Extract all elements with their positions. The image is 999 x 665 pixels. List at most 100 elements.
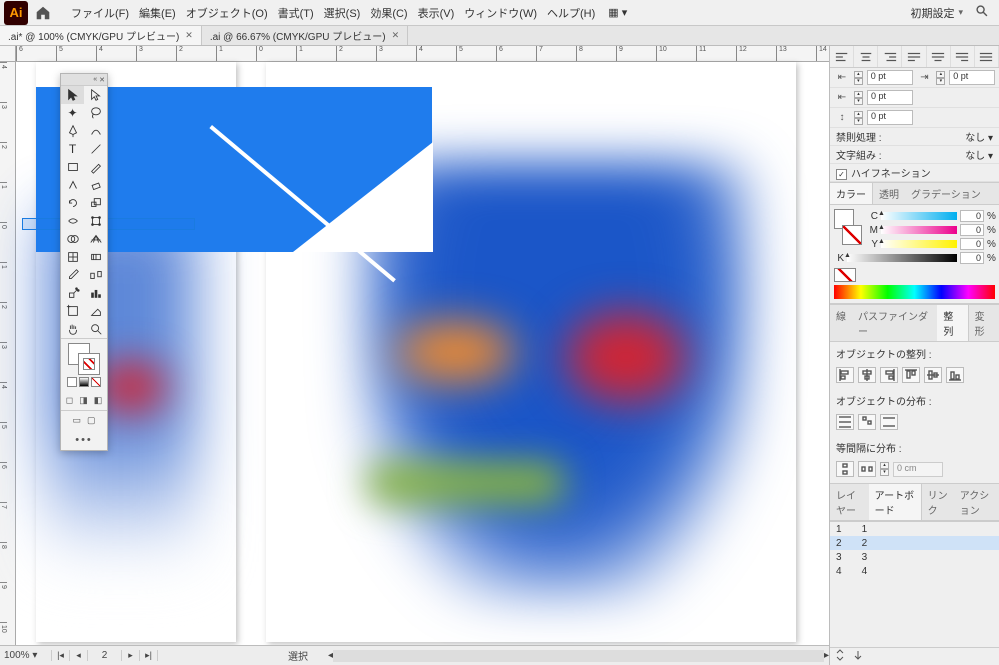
symbol-sprayer-tool[interactable] — [61, 284, 84, 302]
canvas-area[interactable]: 65432101234567891011121314151617181920 4… — [0, 46, 829, 665]
close-icon[interactable]: ✕ — [185, 30, 193, 41]
dist-top-btn[interactable] — [836, 414, 854, 430]
hand-tool[interactable] — [61, 320, 84, 338]
shaper-tool[interactable] — [61, 176, 84, 194]
search-icon[interactable] — [969, 4, 995, 21]
cyan-field[interactable]: 0 — [960, 210, 984, 222]
column-graph-tool[interactable] — [84, 284, 107, 302]
tab-gradient[interactable]: グラデーション — [905, 183, 987, 204]
tab-artboards[interactable]: アートボード — [869, 484, 922, 520]
arrange-docs-icon[interactable]: ▦ ▾ — [600, 6, 635, 19]
yellow-field[interactable]: 0 — [960, 238, 984, 250]
rectangle-tool[interactable] — [61, 158, 84, 176]
free-transform-tool[interactable] — [84, 212, 107, 230]
align-left-icon[interactable] — [830, 46, 854, 67]
tab-align[interactable]: 整列 — [937, 305, 968, 341]
align-right-icon[interactable] — [878, 46, 902, 67]
tab-transform[interactable]: 変形 — [969, 305, 999, 341]
scale-tool[interactable] — [84, 194, 107, 212]
magenta-field[interactable]: 0 — [960, 224, 984, 236]
artboard-tool[interactable] — [61, 302, 84, 320]
fill-stroke-swatch[interactable] — [834, 209, 862, 245]
eraser-tool[interactable] — [84, 176, 107, 194]
black-field[interactable]: 0 — [960, 252, 984, 264]
tab-layers[interactable]: レイヤー — [830, 484, 869, 520]
stepper[interactable]: ▴▾ — [854, 111, 863, 125]
menu-file[interactable]: ファイル(F) — [66, 5, 134, 21]
curvature-tool[interactable] — [84, 122, 107, 140]
tab-actions[interactable]: アクション — [954, 484, 999, 520]
mojikumi-select[interactable]: なし ▾ — [965, 147, 993, 162]
menu-edit[interactable]: 編集(E) — [134, 5, 181, 21]
dist-bottom-btn[interactable] — [880, 414, 898, 430]
perspective-grid-tool[interactable] — [84, 230, 107, 248]
menu-help[interactable]: ヘルプ(H) — [542, 5, 600, 21]
line-tool[interactable] — [84, 140, 107, 158]
prev-artboard-btn[interactable]: ◂ — [70, 650, 88, 661]
tab-stroke[interactable]: 線 — [830, 305, 852, 341]
dist-v-spacing-btn[interactable] — [836, 461, 854, 477]
menu-select[interactable]: 選択(S) — [319, 5, 366, 21]
indent-left-field[interactable]: 0 pt — [867, 70, 913, 85]
artboard-list-row[interactable]: 33 — [830, 550, 999, 564]
menu-type[interactable]: 書式(T) — [273, 5, 319, 21]
dist-h-spacing-btn[interactable] — [858, 461, 876, 477]
space-before-field[interactable]: 0 pt — [867, 110, 913, 125]
align-center-icon[interactable] — [854, 46, 878, 67]
eyedropper-tool[interactable] — [61, 266, 84, 284]
none-color-swatch[interactable] — [834, 268, 856, 282]
drawing-modes[interactable]: ◻◨◧ — [61, 391, 107, 410]
screen-modes[interactable]: ▭▢ — [61, 411, 107, 430]
ruler-origin[interactable] — [0, 46, 16, 62]
menu-window[interactable]: ウィンドウ(W) — [459, 5, 542, 21]
menu-view[interactable]: 表示(V) — [413, 5, 460, 21]
justify-center-icon[interactable] — [927, 46, 951, 67]
slice-tool[interactable] — [84, 302, 107, 320]
tab-transparency[interactable]: 透明 — [873, 183, 905, 204]
align-hcenter-btn[interactable] — [858, 367, 876, 383]
menu-effect[interactable]: 効果(C) — [365, 5, 412, 21]
fill-stroke-controls[interactable] — [61, 339, 107, 391]
indent-right-field[interactable]: 0 pt — [949, 70, 995, 85]
stepper[interactable]: ▴▾ — [936, 71, 945, 85]
align-right-btn[interactable] — [880, 367, 898, 383]
align-left-btn[interactable] — [836, 367, 854, 383]
distribute-spacing-field[interactable]: 0 cm — [893, 462, 943, 477]
stepper[interactable]: ▴▾ — [854, 71, 863, 85]
stepper[interactable]: ▴▾ — [880, 462, 889, 476]
yellow-slider[interactable] — [881, 240, 957, 248]
mesh-tool[interactable] — [61, 248, 84, 266]
kinsoku-select[interactable]: なし ▾ — [965, 129, 993, 144]
move-down-icon[interactable] — [852, 649, 864, 664]
close-icon[interactable]: ✕ — [392, 30, 400, 41]
tab-pathfinder[interactable]: パスファインダー — [852, 305, 937, 341]
shape-builder-tool[interactable] — [61, 230, 84, 248]
first-line-indent-field[interactable]: 0 pt — [867, 90, 913, 105]
zoom-tool[interactable] — [84, 320, 107, 338]
dist-vcenter-btn[interactable] — [858, 414, 876, 430]
cyan-slider[interactable] — [881, 212, 957, 220]
lasso-tool[interactable] — [84, 104, 107, 122]
artboard-list-row[interactable]: 44 — [830, 564, 999, 578]
paintbrush-tool[interactable] — [84, 158, 107, 176]
magic-wand-tool[interactable]: ✦ — [61, 104, 84, 122]
horizontal-scrollbar[interactable]: ◂▸ — [328, 650, 829, 662]
vertical-ruler[interactable]: 43210123456789101112 — [0, 62, 16, 645]
next-artboard-btn[interactable]: ▸ — [122, 650, 140, 661]
justify-all-icon[interactable] — [975, 46, 999, 67]
gradient-tool[interactable] — [84, 248, 107, 266]
document-tab-1[interactable]: .ai* @ 100% (CMYK/GPU プレビュー) ✕ — [0, 26, 202, 45]
home-icon[interactable] — [34, 4, 52, 22]
artboard-number-field[interactable]: 2 — [88, 650, 122, 661]
magenta-slider[interactable] — [881, 226, 957, 234]
align-top-btn[interactable] — [902, 367, 920, 383]
document-viewport[interactable]: 総合評価 — [16, 62, 829, 645]
stepper[interactable]: ▴▾ — [854, 91, 863, 105]
direct-selection-tool[interactable] — [84, 86, 107, 104]
align-bottom-btn[interactable] — [946, 367, 964, 383]
pen-tool[interactable] — [61, 122, 84, 140]
rotate-tool[interactable] — [61, 194, 84, 212]
first-artboard-btn[interactable]: |◂ — [52, 650, 70, 661]
justify-right-icon[interactable] — [951, 46, 975, 67]
horizontal-ruler[interactable]: 65432101234567891011121314151617181920 — [16, 46, 829, 62]
